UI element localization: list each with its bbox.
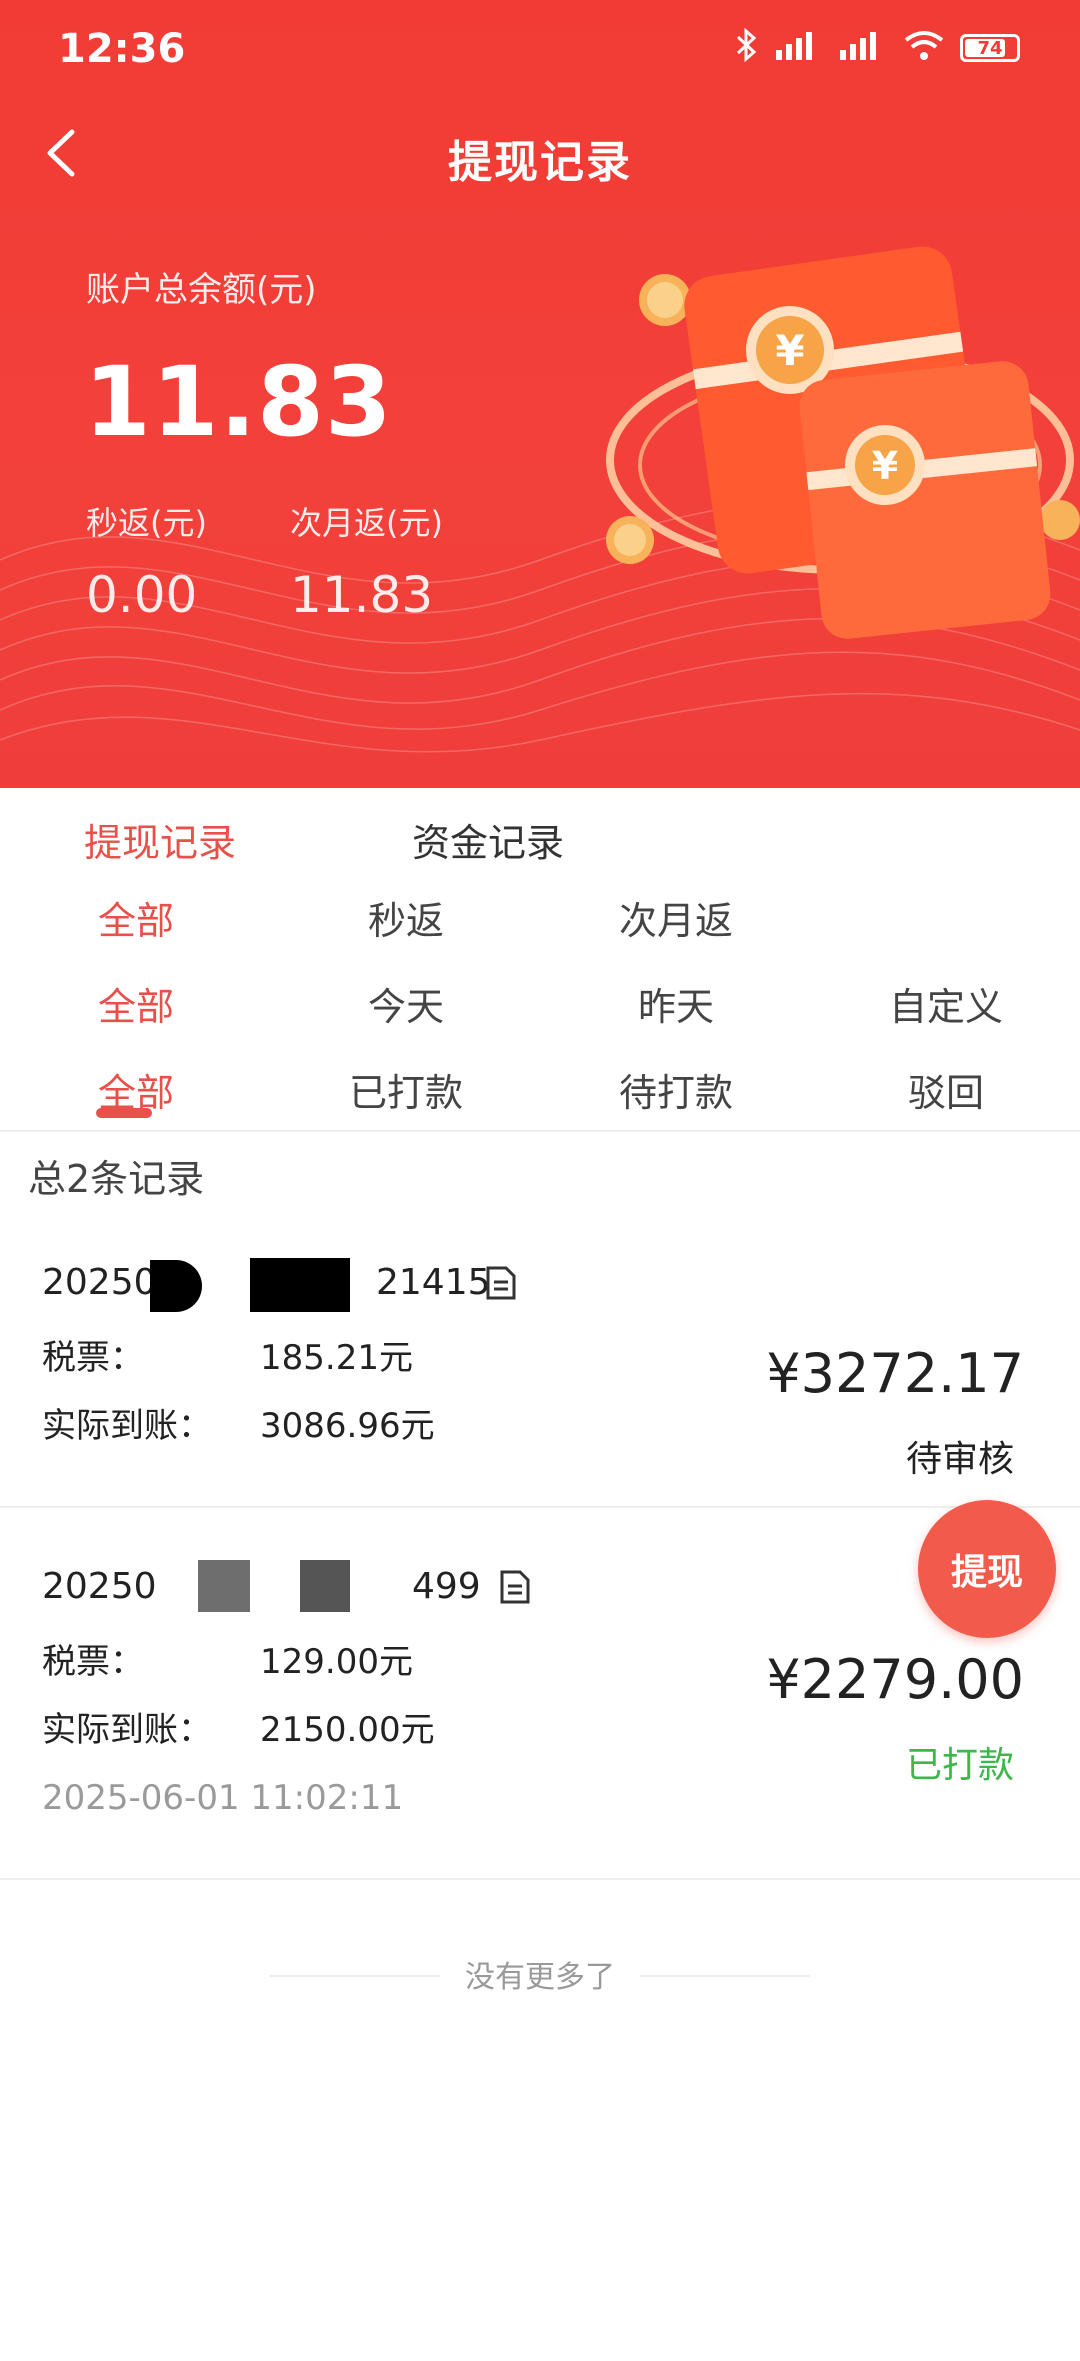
received-label: 实际到账： [42, 1406, 212, 1446]
status-badge: 待审核 [905, 1439, 1014, 1480]
filter-type-nextmonth[interactable]: 次月返 [576, 890, 776, 945]
withdraw-button[interactable]: 提现 [918, 1500, 1056, 1638]
no-more-text: 没有更多了 [465, 1960, 615, 1995]
received-value: 3086.96元 [260, 1406, 435, 1446]
status-badge: 已打款 [905, 1745, 1014, 1786]
redaction-mask [300, 1560, 350, 1612]
list-item[interactable]: 20250 21415 税票： 185.21元 实际到账： 3086.96元 ¥… [0, 1200, 1080, 1506]
divider [0, 1878, 1080, 1880]
filter-time-today[interactable]: 今天 [306, 976, 506, 1031]
filter-state-paid[interactable]: 已打款 [306, 1062, 506, 1117]
nextmonth-label: 次月返(元) [290, 504, 443, 542]
record-count: 总2条记录 [28, 1157, 205, 1201]
tab-withdraw-records[interactable]: 提现记录 [84, 812, 236, 867]
svg-text:¥: ¥ [775, 326, 804, 375]
received-label: 实际到账： [42, 1710, 212, 1750]
status-icons: 74 [734, 27, 1020, 68]
record-date: 2025-06-01 11:02:11 [42, 1778, 404, 1818]
red-envelope-illustration: ¥ ¥ [606, 246, 1080, 639]
copy-icon[interactable] [496, 1566, 532, 1606]
active-filter-underline [96, 1108, 152, 1118]
svg-text:¥: ¥ [872, 444, 898, 488]
divider [0, 1130, 1080, 1132]
filter-type-all[interactable]: 全部 [36, 890, 236, 945]
tab-fund-records[interactable]: 资金记录 [412, 812, 564, 867]
wifi-icon [902, 28, 946, 68]
nextmonth-value: 11.83 [290, 566, 434, 624]
redaction-mask [250, 1258, 350, 1312]
received-value: 2150.00元 [260, 1710, 435, 1750]
tax-value: 129.00元 [260, 1642, 413, 1682]
bluetooth-icon [734, 27, 760, 68]
redaction-mask [150, 1260, 202, 1312]
signal-icon [838, 30, 888, 66]
filter-state-pending[interactable]: 待打款 [576, 1062, 776, 1117]
status-time: 12:36 [58, 26, 186, 72]
record-id-suffix: 499 [412, 1566, 481, 1607]
signal-icon [774, 30, 824, 66]
battery-icon: 74 [960, 34, 1020, 62]
page-title: 提现记录 [448, 137, 632, 188]
header-banner: 12:36 74 提现记录 账户总余额(元) 11.83 秒返(元) 0.00 … [0, 0, 1080, 788]
filter-state-rejected[interactable]: 驳回 [846, 1062, 1046, 1117]
filter-time-yesterday[interactable]: 昨天 [576, 976, 776, 1031]
record-amount: ¥3272.17 [766, 1342, 1024, 1405]
filter-time-custom[interactable]: 自定义 [846, 976, 1046, 1031]
copy-icon[interactable] [482, 1262, 518, 1302]
record-id-prefix: 20250 [42, 1566, 157, 1607]
tax-label: 税票： [42, 1338, 144, 1378]
record-id-suffix: 21415 [376, 1262, 491, 1303]
tax-label: 税票： [42, 1642, 144, 1682]
record-amount: ¥2279.00 [766, 1648, 1024, 1711]
tax-value: 185.21元 [260, 1338, 413, 1378]
redaction-mask [198, 1560, 250, 1612]
record-id-prefix: 20250 [42, 1262, 157, 1303]
instant-value: 0.00 [86, 566, 198, 624]
balance-value: 11.83 [84, 346, 393, 458]
filter-time-all[interactable]: 全部 [36, 976, 236, 1031]
instant-label: 秒返(元) [86, 504, 207, 542]
filter-type-instant[interactable]: 秒返 [306, 890, 506, 945]
balance-label: 账户总余额(元) [86, 270, 317, 310]
